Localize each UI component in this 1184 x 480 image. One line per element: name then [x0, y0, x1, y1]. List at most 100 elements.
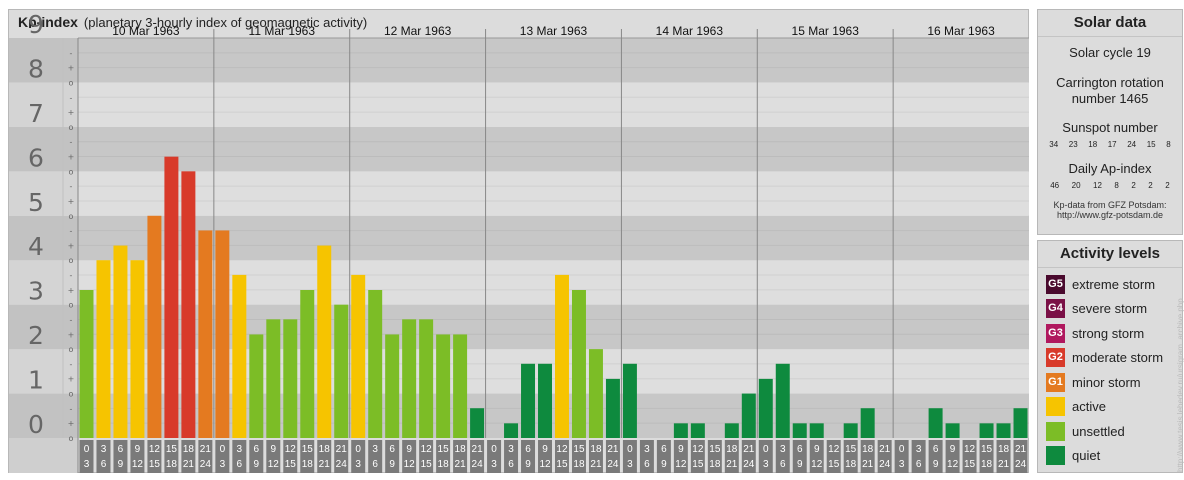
interval-start-label: 3	[372, 444, 378, 455]
kp-bar	[521, 363, 536, 438]
interval-start-label: 12	[421, 444, 433, 455]
activity-level-2: G3 strong storm	[1038, 321, 1182, 346]
interval-start-label: 6	[389, 444, 395, 455]
interval-start-label: 15	[438, 444, 450, 455]
y-minor-label: +	[68, 108, 75, 117]
interval-start-label: 12	[964, 444, 976, 455]
y-minor-label: o	[69, 256, 74, 265]
interval-start-label: 15	[302, 444, 314, 455]
kp-bar	[775, 363, 790, 438]
kp-bar	[215, 230, 230, 438]
interval-end-label: 18	[573, 459, 585, 470]
y-minor-label: o	[69, 123, 74, 132]
interval-start-label: 21	[743, 444, 755, 455]
interval-end-label: 9	[525, 459, 531, 470]
interval-end-label: 3	[763, 459, 769, 470]
kp-bar	[402, 319, 417, 438]
kp-bar	[436, 334, 451, 438]
interval-start-label: 15	[709, 444, 721, 455]
interval-end-label: 3	[627, 459, 633, 470]
interval-end-label: 21	[998, 459, 1010, 470]
kp-bar	[605, 378, 620, 438]
activity-level-swatch	[1046, 446, 1065, 466]
interval-start-label: 3	[916, 444, 922, 455]
activity-level-3: G2 moderate storm	[1038, 346, 1182, 371]
interval-end-label: 15	[149, 459, 161, 470]
day-label: 16 Mar 1963	[927, 24, 995, 38]
kp-bar-chart: 0123456789o+-o+-o+-o+-o+-o+-o+-o+-o+-10 …	[9, 10, 1029, 473]
activity-levels-list: G5 extreme storm G4 severe storm G3 strong st…	[1038, 268, 1182, 468]
interval-end-label: 9	[254, 459, 260, 470]
interval-end-label: 24	[879, 459, 891, 470]
interval-start-label: 18	[726, 444, 738, 455]
ap-value-1: 20	[1071, 181, 1081, 190]
kp-bar	[588, 349, 603, 438]
solar-cycle: Solar cycle 19	[1069, 45, 1151, 60]
y-minor-label: +	[68, 241, 75, 250]
activity-level-label: severe storm	[1072, 301, 1148, 317]
y-minor-label: +	[68, 419, 75, 428]
interval-start-label: 3	[644, 444, 650, 455]
y-tick-label: 1	[28, 366, 44, 395]
interval-end-label: 12	[132, 459, 144, 470]
activity-level-swatch: G2	[1046, 348, 1065, 368]
interval-end-label: 9	[797, 459, 803, 470]
activity-level-swatch: G3	[1046, 323, 1065, 343]
y-minor-label: +	[68, 330, 75, 339]
interval-start-label: 0	[763, 444, 769, 455]
interval-start-label: 0	[491, 444, 497, 455]
sunspot-value-0: 34	[1049, 140, 1059, 149]
interval-end-label: 18	[845, 459, 857, 470]
interval-end-label: 21	[590, 459, 602, 470]
kp-bar	[300, 290, 315, 438]
kp-bar	[470, 408, 485, 438]
interval-end-label: 15	[964, 459, 976, 470]
interval-end-label: 24	[607, 459, 619, 470]
interval-end-label: 6	[372, 459, 378, 470]
interval-start-label: 6	[797, 444, 803, 455]
kp-bar	[453, 334, 468, 438]
ap-value-5: 2	[1148, 181, 1153, 190]
y-minor-label: +	[68, 375, 75, 384]
interval-start-label: 18	[998, 444, 1010, 455]
y-minor-label: o	[69, 390, 74, 399]
grid-band	[78, 38, 1029, 83]
kp-bar	[334, 304, 349, 438]
kp-bar	[1013, 408, 1028, 438]
kp-bar	[198, 230, 213, 438]
credit-text: http://www.tesis.lebedev.ru/ursigram_arc…	[1176, 298, 1184, 472]
grid-band	[78, 171, 1029, 216]
interval-end-label: 21	[319, 459, 331, 470]
kp-bar	[571, 290, 586, 438]
y-minor-label: -	[70, 138, 73, 147]
y-minor-label: o	[69, 167, 74, 176]
kp-bar	[266, 319, 281, 438]
interval-start-label: 9	[271, 444, 277, 455]
kp-bar	[945, 423, 960, 438]
sunspot-value-3: 17	[1107, 140, 1117, 149]
interval-end-label: 18	[438, 459, 450, 470]
kp-bar	[419, 319, 434, 438]
interval-start-label: 9	[406, 444, 412, 455]
ap-index-title: Daily Ap-index	[1068, 161, 1152, 176]
sunspot-values: 34 23 18 17 24 15 8	[1038, 136, 1182, 149]
ap-value-4: 2	[1131, 181, 1136, 190]
interval-start-label: 9	[678, 444, 684, 455]
ap-value-3: 8	[1114, 181, 1119, 190]
interval-start-label: 21	[336, 444, 348, 455]
y-minor-label: -	[70, 315, 73, 324]
interval-start-label: 12	[285, 444, 297, 455]
kp-index-panel: Kp-index (planetary 3-hourly index of geo…	[8, 9, 1029, 473]
day-label: 12 Mar 1963	[384, 24, 452, 38]
y-minor-label: -	[70, 49, 73, 58]
interval-start-label: 6	[118, 444, 124, 455]
interval-start-label: 18	[183, 444, 195, 455]
activity-level-label: active	[1072, 399, 1106, 415]
interval-start-label: 9	[814, 444, 820, 455]
interval-end-label: 6	[237, 459, 243, 470]
activity-level-6: unsettled	[1038, 419, 1182, 444]
day-label: 15 Mar 1963	[792, 24, 860, 38]
kp-bar	[724, 423, 739, 438]
activity-levels-panel: Activity levels G5 extreme storm G4 severe …	[1037, 240, 1183, 473]
interval-start-label: 3	[780, 444, 786, 455]
